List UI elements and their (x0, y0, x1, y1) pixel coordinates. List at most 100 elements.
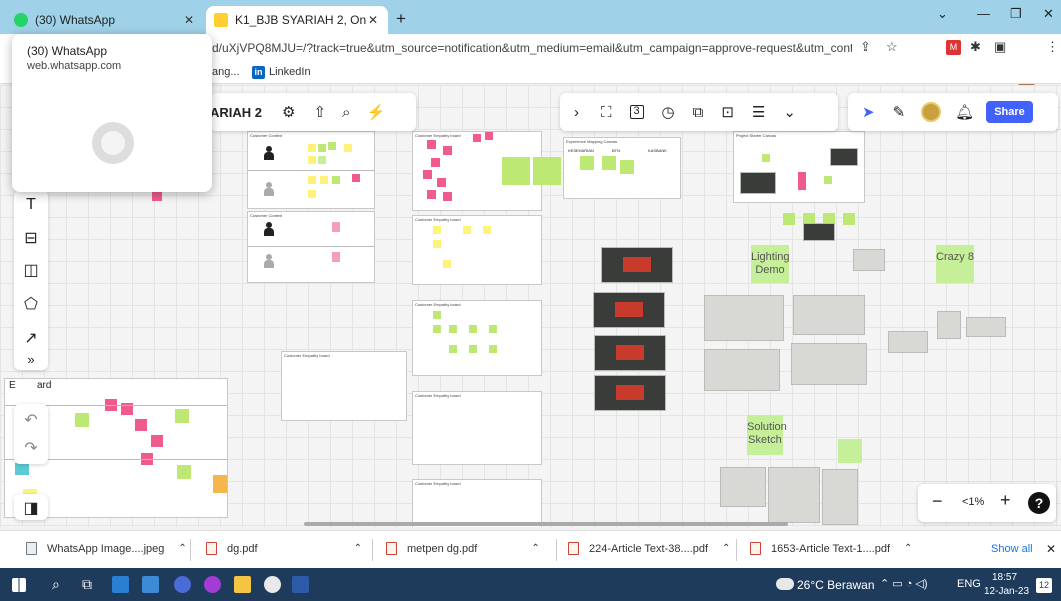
template-tool-icon[interactable]: ⊟ (14, 228, 48, 248)
sticky-note[interactable] (332, 252, 340, 262)
chevron-up-icon[interactable]: ⌃ (354, 543, 362, 554)
bookmark-item[interactable]: ang... (212, 66, 240, 78)
sticky-note[interactable] (838, 439, 862, 463)
frame-customer-empathy-board[interactable]: Customer Empathy board (412, 391, 542, 465)
sticky-note[interactable] (469, 325, 477, 333)
download-item[interactable]: WhatsApp Image....jpeg ⌃ (26, 542, 187, 555)
chevron-up-icon[interactable]: ⌃ (722, 543, 730, 554)
sticky-note[interactable] (469, 345, 477, 353)
export-icon[interactable]: ⇧ (313, 103, 326, 121)
photo-thumbnail[interactable] (966, 317, 1006, 337)
sticky-note[interactable] (175, 409, 189, 423)
photo-thumbnail[interactable] (704, 349, 780, 391)
sticky-note[interactable] (443, 146, 452, 155)
photo-thumbnail[interactable] (594, 335, 666, 371)
chevron-up-icon[interactable]: ⌃ (178, 543, 186, 554)
sticky-note[interactable] (437, 178, 446, 187)
more-chevron-icon[interactable]: ⌄ (783, 103, 796, 121)
sticky-note[interactable] (443, 260, 451, 268)
sticky-note[interactable] (473, 134, 481, 142)
connect-icon[interactable]: ⚡ (366, 103, 385, 121)
sticky-note[interactable] (620, 160, 634, 174)
clock-time[interactable]: 18:57 (992, 572, 1017, 583)
sticky-note[interactable] (431, 158, 440, 167)
redo-icon[interactable]: ↷ (14, 438, 48, 458)
photo-thumbnail[interactable] (853, 249, 885, 271)
sticky-note[interactable] (533, 157, 561, 185)
sticky-note[interactable] (177, 465, 191, 479)
sticky-note[interactable] (463, 226, 471, 234)
sticky-note[interactable] (483, 226, 491, 234)
help-button[interactable]: ? (1028, 492, 1050, 514)
minimize-window-icon[interactable]: — (977, 6, 990, 21)
chevron-up-icon[interactable]: ⌃ (904, 543, 912, 554)
weather-text[interactable]: 26°C Berawan (797, 578, 875, 592)
word-app-icon[interactable] (292, 576, 309, 593)
teams-app-icon[interactable] (174, 576, 191, 593)
sticky-note[interactable] (433, 240, 441, 248)
download-item[interactable]: 1653-Article Text-1....pdf ⌃ (750, 542, 912, 555)
windows-start-icon[interactable] (12, 578, 26, 592)
reactions-icon[interactable]: ✎ (893, 103, 906, 121)
sticky-note[interactable] (843, 213, 855, 225)
zoom-level[interactable]: <1% (962, 496, 984, 508)
frames-panel-icon[interactable]: ◨ (14, 498, 48, 518)
sticky-note[interactable] (352, 174, 360, 182)
avatar[interactable] (921, 102, 942, 122)
text-tool-icon[interactable]: T (14, 196, 48, 214)
notification-center-icon[interactable]: 12 (1036, 578, 1052, 593)
frame-customer-context[interactable]: Customer Context (247, 131, 375, 209)
settings-icon[interactable]: ⚙ (282, 103, 295, 121)
photo-thumbnail[interactable] (888, 331, 928, 353)
sticky-note[interactable] (75, 413, 89, 427)
browser-menu-icon[interactable]: ⋮ (1046, 39, 1059, 55)
sticky-note[interactable] (449, 325, 457, 333)
frame-customer-empathy-board[interactable]: Customer Empathy board (412, 479, 542, 527)
sticky-note[interactable] (489, 325, 497, 333)
sticky-note[interactable] (213, 475, 227, 493)
page-number-icon[interactable]: 3 (629, 105, 644, 119)
notification-bell-icon[interactable]: 🔔︎ (955, 103, 974, 121)
sticky-note[interactable] (308, 144, 316, 152)
sticky-note[interactable] (443, 192, 452, 201)
download-item[interactable]: dg.pdf ⌃ (206, 542, 362, 555)
chrome-app-icon[interactable] (264, 576, 281, 593)
close-window-icon[interactable]: ✕ (1043, 6, 1054, 22)
sticky-note[interactable] (798, 172, 806, 190)
frame-customer-empathy-board[interactable]: Customer Empathy board (412, 300, 542, 376)
side-panel-icon[interactable]: ▣ (994, 39, 1006, 55)
shapes-tool-icon[interactable]: ⬠ (14, 294, 48, 314)
bookmark-linkedin[interactable]: in LinkedIn (252, 66, 311, 79)
store-app-icon[interactable] (142, 576, 159, 593)
restore-window-icon[interactable]: ❐ (1010, 6, 1022, 22)
zoom-in-button[interactable]: + (1000, 490, 1011, 511)
frame-customer-empathy-board[interactable]: Customer Empathy board (281, 351, 407, 421)
clock-date[interactable]: 12-Jan-23 (984, 586, 1029, 597)
sticky-note[interactable] (328, 142, 336, 150)
undo-icon[interactable]: ↶ (14, 410, 48, 430)
url-field[interactable]: d/uXjVPQ8MJU=/?track=true&utm_source=not… (212, 41, 852, 55)
sticky-solution-sketch[interactable]: Solution Sketch (747, 415, 787, 455)
photo-thumbnail[interactable] (704, 295, 784, 341)
system-tray-icons[interactable]: ⌃ ▭ ◔ ◁) (880, 577, 928, 590)
sticky-note[interactable] (602, 156, 616, 170)
sticky-note[interactable] (433, 226, 441, 234)
sticky-note[interactable] (580, 156, 594, 170)
frame-experience-mapping[interactable]: Experience Mapping Canvas KESEHARIAN BTN… (563, 137, 681, 199)
sticky-note[interactable] (308, 190, 316, 198)
search-icon[interactable]: ⌕ (342, 104, 350, 121)
board-title[interactable]: ARIAH 2 (210, 105, 262, 120)
file-explorer-icon[interactable] (234, 576, 251, 593)
extension-icon[interactable]: M (946, 40, 961, 55)
photo-thumbnail[interactable] (937, 311, 961, 339)
sticky-note[interactable] (433, 311, 441, 319)
sticky-note[interactable] (762, 154, 770, 162)
photo-thumbnail[interactable] (594, 375, 666, 411)
sticky-note[interactable] (318, 144, 326, 152)
presentation-icon[interactable]: ⊡ (721, 103, 734, 121)
sticky-note[interactable] (15, 463, 29, 475)
photo-thumbnail[interactable] (720, 467, 766, 507)
share-page-icon[interactable]: ⇪ (860, 39, 871, 55)
tab-close-icon[interactable]: ✕ (366, 13, 380, 27)
chevron-right-icon[interactable]: › (574, 104, 579, 121)
